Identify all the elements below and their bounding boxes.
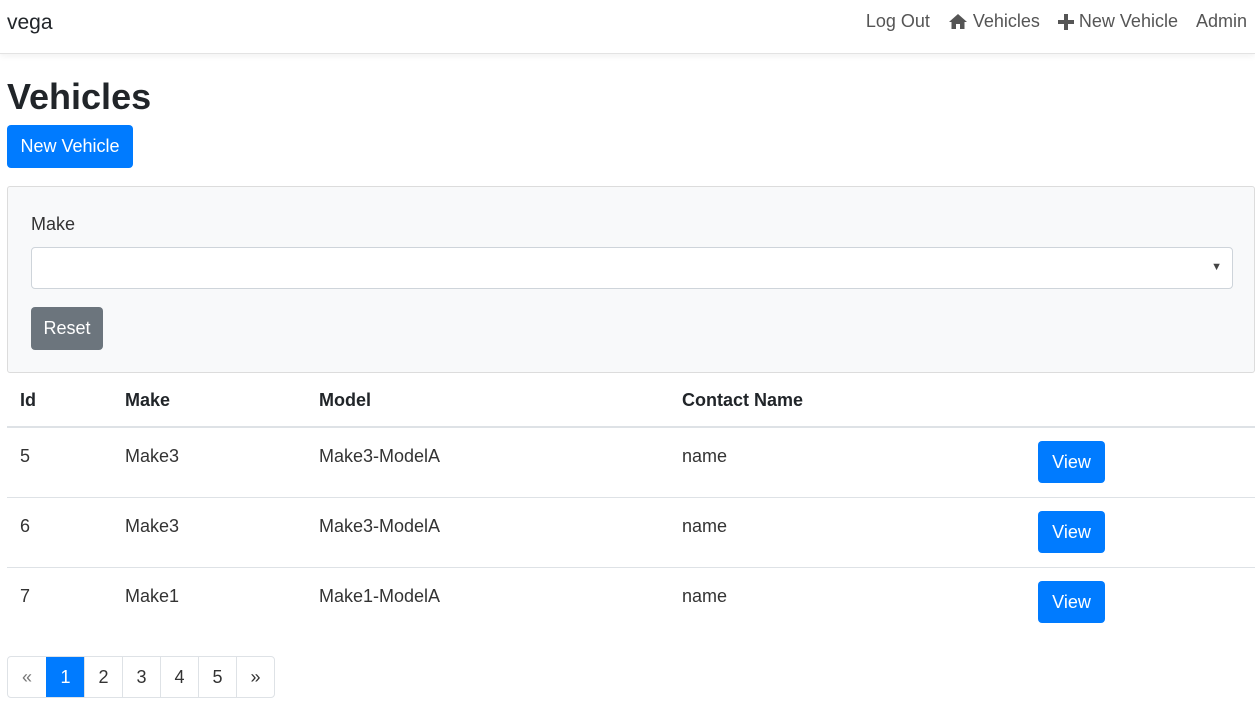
- table-row: 5 Make3 Make3-ModelA name View: [7, 428, 1255, 498]
- vehicles-link[interactable]: Vehicles: [948, 11, 1040, 32]
- view-button[interactable]: View: [1038, 441, 1105, 483]
- table-row: 7 Make1 Make1-ModelA name View: [7, 568, 1255, 638]
- table-row: 6 Make3 Make3-ModelA name View: [7, 498, 1255, 568]
- table-header: Id Make Model Contact Name: [7, 373, 1255, 428]
- brand-logo[interactable]: vega: [7, 11, 53, 35]
- pagination-next[interactable]: »: [236, 657, 274, 697]
- logout-link[interactable]: Log Out: [866, 11, 930, 32]
- make-label: Make: [31, 214, 76, 234]
- vehicles-label: Vehicles: [972, 11, 1040, 31]
- column-header-make[interactable]: Make: [125, 390, 170, 411]
- admin-label: Admin: [1195, 11, 1247, 31]
- home-icon: [948, 14, 967, 29]
- new-vehicle-label: New Vehicle: [1078, 11, 1178, 31]
- cell-make: Make3: [125, 446, 180, 466]
- filter-panel: Make ▼ Reset: [7, 186, 1255, 373]
- view-button[interactable]: View: [1038, 581, 1105, 623]
- cell-id: 5: [20, 446, 31, 466]
- pagination-page-4[interactable]: 4: [160, 657, 198, 697]
- pagination-page-1[interactable]: 1: [46, 657, 84, 697]
- new-vehicle-button[interactable]: New Vehicle: [7, 125, 133, 168]
- make-select[interactable]: ▼: [31, 247, 1233, 289]
- cell-make: Make1: [125, 586, 180, 606]
- nav-links: Log Out Vehicles New Vehicle Admin: [848, 11, 1247, 32]
- cell-model: Make3-ModelA: [319, 516, 441, 536]
- pagination-page-5[interactable]: 5: [198, 657, 236, 697]
- plus-icon: [1057, 13, 1074, 30]
- view-button[interactable]: View: [1038, 511, 1105, 553]
- pagination: « 1 2 3 4 5 »: [7, 656, 275, 698]
- cell-contact-name: name: [682, 516, 728, 536]
- cell-model: Make3-ModelA: [319, 446, 441, 466]
- cell-id: 7: [20, 586, 31, 606]
- reset-button[interactable]: Reset: [31, 307, 103, 350]
- pagination-page-2[interactable]: 2: [84, 657, 122, 697]
- navbar: vega Log Out Vehicles New Vehicle Admin: [0, 0, 1255, 54]
- logout-label: Log Out: [865, 11, 930, 31]
- cell-make: Make3: [125, 516, 180, 536]
- column-header-contact-name[interactable]: Contact Name: [682, 390, 803, 411]
- cell-contact-name: name: [682, 586, 728, 606]
- cell-id: 6: [20, 516, 31, 536]
- column-header-model[interactable]: Model: [319, 390, 371, 411]
- admin-link[interactable]: Admin: [1196, 11, 1247, 32]
- cell-contact-name: name: [682, 446, 728, 466]
- caret-down-icon: ▼: [1211, 261, 1222, 273]
- page-title: Vehicles: [7, 76, 152, 117]
- pagination-prev[interactable]: «: [8, 657, 46, 697]
- new-vehicle-link[interactable]: New Vehicle: [1057, 11, 1178, 32]
- cell-model: Make1-ModelA: [319, 586, 441, 606]
- column-header-id[interactable]: Id: [20, 390, 36, 411]
- vehicles-table: Id Make Model Contact Name 5 Make3 Make3…: [7, 373, 1255, 638]
- pagination-page-3[interactable]: 3: [122, 657, 160, 697]
